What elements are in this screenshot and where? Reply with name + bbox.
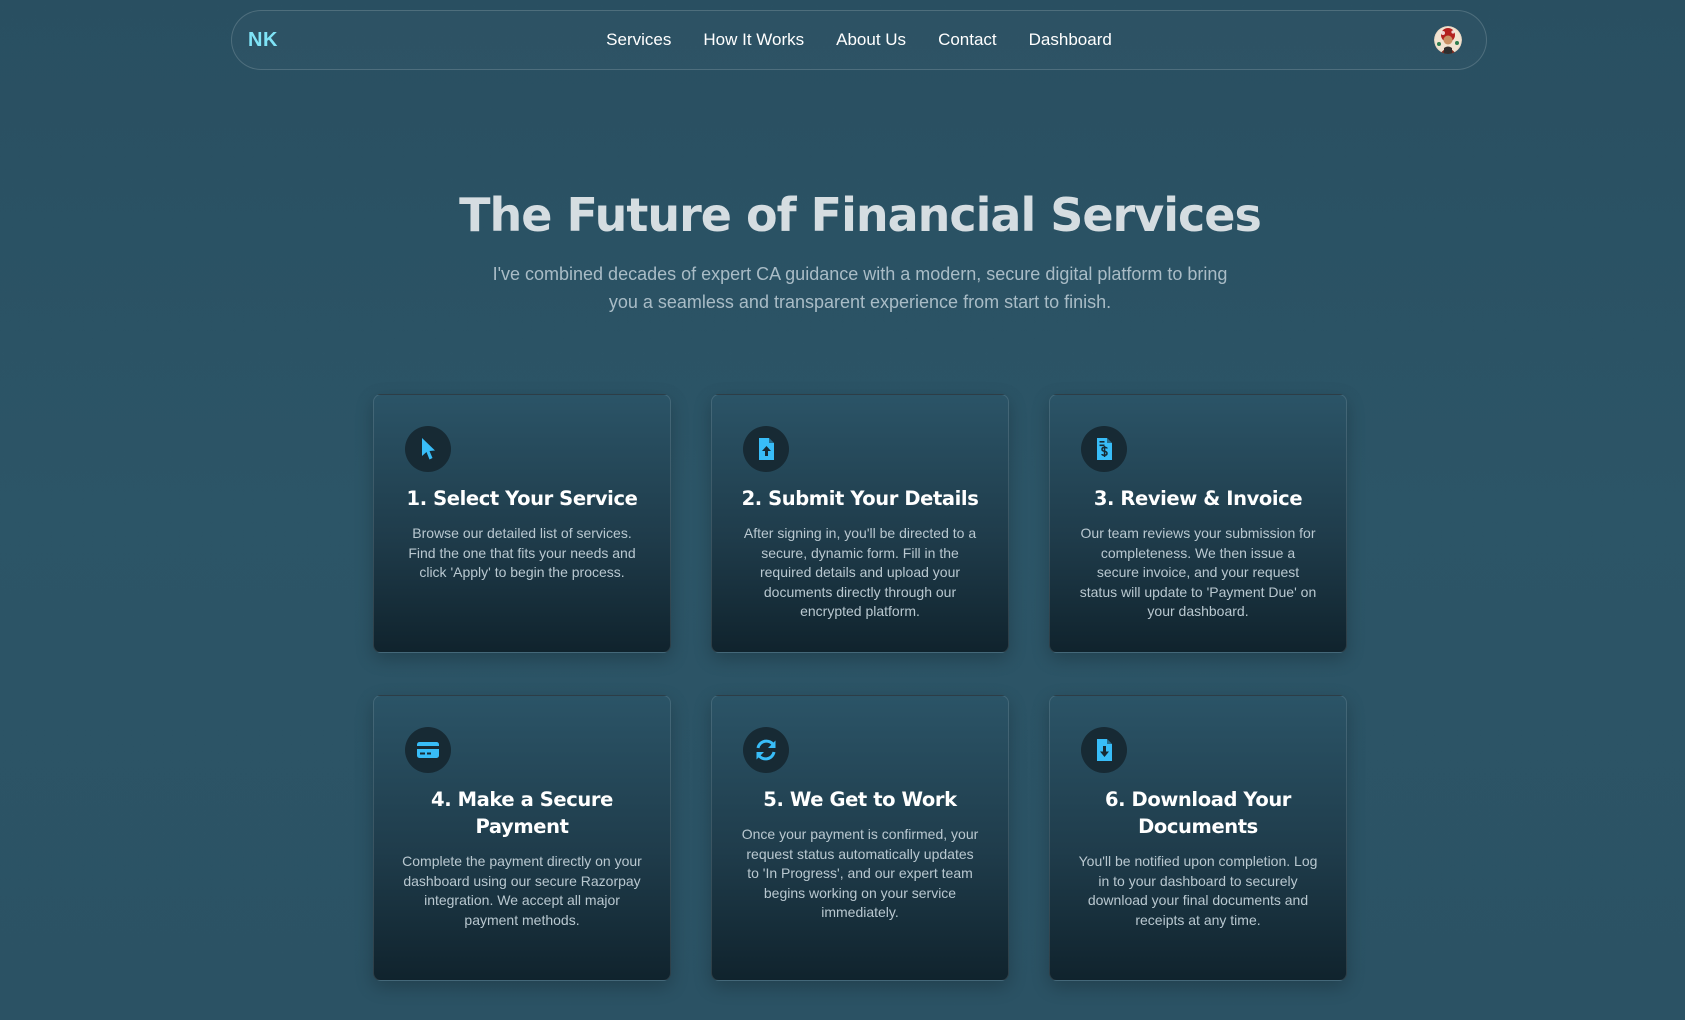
step-card-select-service: 1. Select Your Service Browse our detail… <box>373 394 671 653</box>
step-title: 3. Review & Invoice <box>1093 487 1303 510</box>
nav-link-about-us[interactable]: About Us <box>836 30 906 50</box>
credit-card-icon <box>405 727 451 773</box>
step-description: You'll be notified upon completion. Log … <box>1078 853 1318 928</box>
step-card-download-documents: 6. Download Your Documents You'll be not… <box>1049 695 1347 981</box>
avatar-image <box>1434 26 1462 54</box>
step-description: After signing in, you'll be directed to … <box>743 525 977 620</box>
nav-links: Services How It Works About Us Contact D… <box>232 11 1486 69</box>
nav-link-contact[interactable]: Contact <box>938 30 997 50</box>
hero-subtitle: I've combined decades of expert CA guida… <box>492 264 1228 312</box>
cursor-arrow-icon <box>405 426 451 472</box>
step-title: 4. Make a Secure Payment <box>431 788 613 838</box>
step-title: 2. Submit Your Details <box>741 487 979 510</box>
file-download-icon <box>1081 727 1127 773</box>
step-card-we-get-to-work: 5. We Get to Work Once your payment is c… <box>711 695 1009 981</box>
step-card-secure-payment: 4. Make a Secure Payment Complete the pa… <box>373 695 671 981</box>
nav-link-how-it-works[interactable]: How It Works <box>703 30 804 50</box>
step-description: Our team reviews your submission for com… <box>1079 525 1317 620</box>
file-upload-icon <box>743 426 789 472</box>
step-title: 6. Download Your Documents <box>1104 788 1292 838</box>
step-card-review-invoice: 3. Review & Invoice Our team reviews you… <box>1049 394 1347 653</box>
nav-link-dashboard[interactable]: Dashboard <box>1029 30 1112 50</box>
nav-link-services[interactable]: Services <box>606 30 671 50</box>
user-avatar[interactable] <box>1434 26 1462 54</box>
step-description: Once your payment is confirmed, your req… <box>741 826 979 921</box>
hero-title: The Future of Financial Services <box>459 188 1262 242</box>
refresh-sync-icon <box>743 727 789 773</box>
step-card-submit-details: 2. Submit Your Details After signing in,… <box>711 394 1009 653</box>
step-description: Browse our detailed list of services. Fi… <box>408 525 636 581</box>
navbar: NK Services How It Works About Us Contac… <box>231 10 1487 70</box>
step-title: 1. Select Your Service <box>406 487 638 510</box>
invoice-dollar-icon <box>1081 426 1127 472</box>
step-description: Complete the payment directly on your da… <box>402 853 642 928</box>
step-title: 5. We Get to Work <box>763 788 957 811</box>
